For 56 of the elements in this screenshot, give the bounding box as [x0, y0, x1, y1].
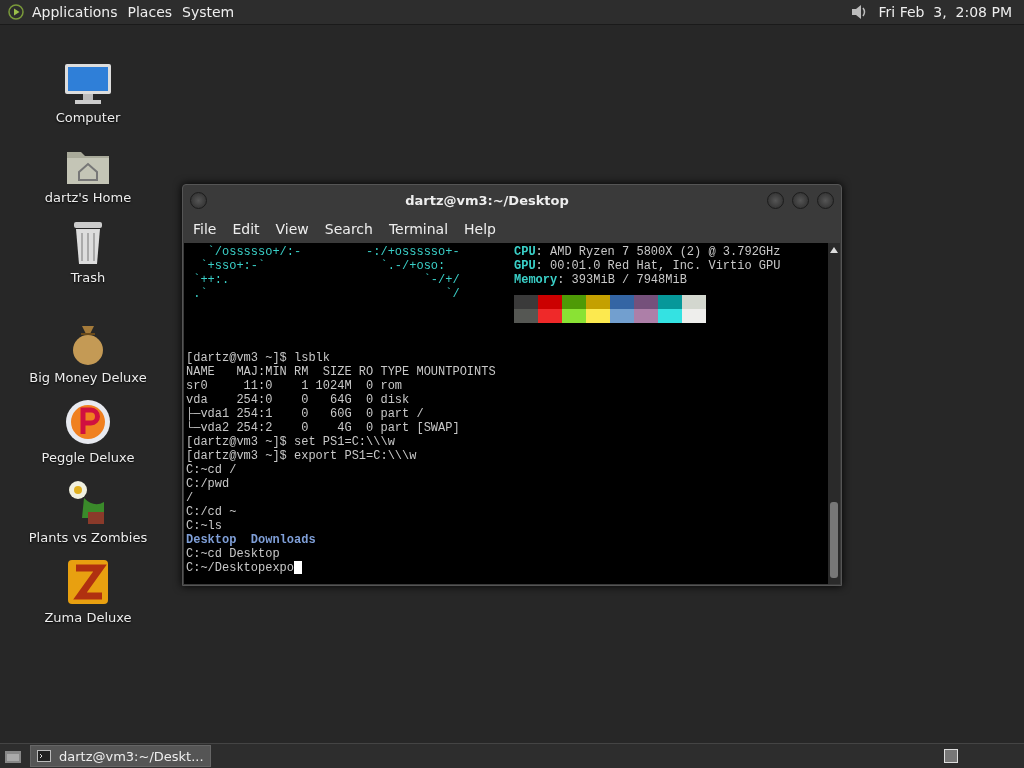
monitor-icon[interactable]	[63, 62, 113, 106]
menu-item[interactable]: Edit	[224, 221, 268, 237]
text-cursor	[294, 561, 303, 574]
terminal-line: /	[186, 491, 195, 505]
terminal-icon	[37, 750, 51, 762]
terminal-line: vda 254:0 0 64G 0 disk	[186, 393, 411, 407]
ascii-art-line: `/ossssso+/:- -:/+ossssso+-	[206, 245, 461, 259]
terminal-line: sr0 11:0 1 1024M 0 rom	[186, 379, 404, 393]
terminal-line: [dartz@vm3 ~]$ export PS1=C:\\\w	[186, 449, 418, 463]
info-value: : 393MiB / 7948MiB	[557, 273, 687, 287]
workspace-switcher[interactable]	[944, 749, 958, 763]
command-prompt: C:~/Desktopexpo	[186, 561, 295, 575]
clock[interactable]: Fri Feb 3, 2:08 PM	[878, 4, 1012, 20]
terminal-line: [dartz@vm3 ~]$ set PS1=C:\\\w	[186, 435, 396, 449]
terminal-line: C:/pwd	[186, 477, 231, 491]
desktop-icon-label[interactable]: Peggle Deluxe	[41, 450, 135, 465]
menu-logo-icon[interactable]	[8, 4, 24, 20]
terminal-line: C:~ls	[186, 519, 223, 533]
menu-item[interactable]: Help	[456, 221, 504, 237]
info-value: : AMD Ryzen 7 5800X (2) @ 3.792GHz	[535, 245, 781, 259]
desktop-icon-label[interactable]: Computer	[55, 110, 121, 125]
scrollbar[interactable]	[828, 243, 840, 584]
terminal-line: ├─vda1 254:1 0 60G 0 part /	[186, 407, 425, 421]
menu-item[interactable]: Search	[316, 221, 381, 237]
ascii-art-line: .` `/	[192, 287, 461, 301]
zuma-logo-icon[interactable]	[66, 558, 110, 606]
terminal-line: C:/cd ~	[186, 505, 238, 519]
desktop-icon-label[interactable]: Big Money Deluxe	[29, 370, 147, 385]
panel-menu[interactable]: Applications	[32, 4, 118, 20]
menu-item[interactable]: View	[267, 221, 317, 237]
ascii-art-line: `++:. `-/+/	[192, 273, 461, 287]
desktop-icon-label[interactable]: Zuma Deluxe	[44, 610, 132, 625]
ball-icon[interactable]	[64, 398, 112, 446]
desktop-icon-label[interactable]: Trash	[70, 270, 106, 285]
directory-listing: Desktop Downloads	[186, 533, 317, 547]
terminal-line: C:~cd /	[186, 463, 238, 477]
info-value: : 00:01.0 Red Hat, Inc. Virtio GPU	[535, 259, 781, 273]
terminal-line: C:~cd Desktop	[186, 547, 281, 561]
taskbar-button[interactable]: dartz@vm3:~/Deskt...	[30, 745, 211, 767]
info-label: Memory	[514, 273, 558, 287]
menu-item[interactable]: Terminal	[380, 221, 457, 237]
panel-menu[interactable]: System	[182, 4, 235, 20]
ascii-art-line: `+sso+:-` `.-/+oso:	[199, 259, 447, 273]
scrollbar-thumb[interactable]	[830, 502, 838, 578]
desktop-icon-label[interactable]: Plants vs Zombies	[28, 530, 148, 545]
info-label: GPU	[514, 259, 536, 273]
panel-menu[interactable]: Places	[127, 4, 173, 20]
show-desktop-icon[interactable]	[4, 748, 22, 764]
terminal-line: └─vda2 254:2 0 4G 0 part [SWAP]	[186, 421, 461, 435]
scroll-up-icon[interactable]	[829, 246, 839, 254]
desktop-icon-label[interactable]: dartz's Home	[44, 190, 132, 205]
window-title: dartz@vm3:~/Desktop	[404, 192, 570, 208]
terminal-line: [dartz@vm3 ~]$ lsblk	[186, 351, 332, 365]
terminal-line: NAME MAJ:MIN RM SIZE RO TYPE MOUNTPOINTS	[186, 365, 497, 379]
info-label: CPU	[514, 245, 536, 259]
menu-item[interactable]: File	[185, 221, 225, 237]
